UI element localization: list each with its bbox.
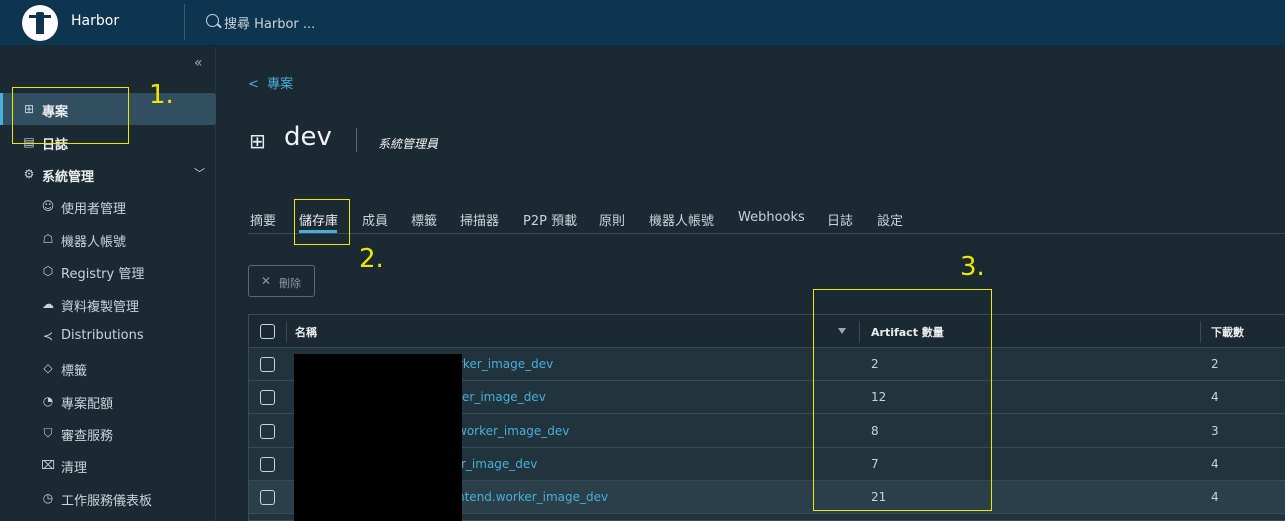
sidebar-item-robot-accounts[interactable]: ☖ 機器人帳號 [0, 223, 216, 255]
role-label: 系統管理員 [378, 137, 439, 151]
download-count: 4 [1211, 457, 1219, 471]
row-checkbox[interactable] [260, 357, 275, 372]
sidebar-item-replication[interactable]: ☁ 資料複製管理 [0, 288, 216, 320]
repository-link[interactable]: er_image_dev [462, 390, 546, 404]
brand-name[interactable]: Harbor [71, 13, 119, 29]
header-bar: Harbor 搜尋 Harbor ... [0, 0, 1285, 46]
gauge-icon: ◔ [42, 394, 54, 408]
admin-icon: ⚙ [23, 167, 35, 181]
annotation-box-3 [813, 289, 992, 511]
row-checkbox[interactable] [260, 424, 275, 439]
column-divider [286, 321, 287, 343]
sidebar-item-users[interactable]: ☺ 使用者管理 [0, 190, 216, 222]
tab-labels[interactable]: 標籤 [411, 210, 437, 229]
harbor-logo-icon[interactable] [22, 5, 58, 41]
sidebar-item-admin[interactable]: ⚙ 系統管理 ﹀ [0, 158, 216, 190]
tab-members[interactable]: 成員 [362, 210, 388, 229]
row-checkbox[interactable] [260, 390, 275, 405]
sidebar-item-label: 機器人帳號 [61, 235, 127, 250]
double-chevron-left-icon[interactable]: « [194, 55, 203, 71]
sidebar-item-label: 使用者管理 [61, 202, 127, 217]
tab-bar: 摘要 儲存庫 成員 標籤 掃描器 P2P 預載 原則 機器人帳號 Webhook… [248, 200, 1285, 234]
back-link-label: 專案 [267, 77, 294, 92]
tab-webhooks[interactable]: Webhooks [738, 210, 805, 225]
chevron-down-icon[interactable]: ﹀ [194, 165, 205, 181]
sidebar-item-quotas[interactable]: ◔ 專案配額 [0, 385, 216, 417]
column-header-downloads[interactable]: 下載數 [1211, 324, 1244, 340]
sidebar-item-registry[interactable]: ⬡ Registry 管理 [0, 255, 216, 287]
close-icon: ✕ [261, 274, 272, 288]
annotation-box-2 [294, 199, 350, 245]
header-divider [184, 4, 185, 40]
page-title: dev [284, 122, 332, 152]
repository-link[interactable]: ntend.worker_image_dev [457, 490, 608, 504]
robot-icon: ☖ [42, 232, 54, 246]
tab-scanner[interactable]: 掃描器 [460, 210, 499, 229]
sidebar-item-label: Registry 管理 [61, 267, 145, 282]
annotation-number-2: 2. [359, 244, 384, 274]
table-header: 名稱 Artifact 數量 下載數 [249, 315, 1285, 348]
sidebar-item-label: 標籤 [61, 364, 88, 379]
row-checkbox[interactable] [260, 457, 275, 472]
cube-icon: ⬡ [42, 264, 54, 278]
users-icon: ☺ [41, 199, 55, 213]
shield-icon: ⛉ [43, 426, 53, 440]
sidebar-item-label: 系統管理 [42, 170, 95, 185]
title-divider [356, 128, 357, 152]
repository-link[interactable]: r_image_dev [461, 457, 537, 471]
sidebar-item-interrogation[interactable]: ⛉ 審查服務 [0, 417, 216, 449]
search-input[interactable]: 搜尋 Harbor ... [224, 13, 315, 32]
sidebar-item-labels[interactable]: ◇ 標籤 [0, 352, 216, 384]
select-all-checkbox[interactable] [260, 324, 275, 339]
sidebar-item-gc[interactable]: ⌧ 清理 [0, 449, 216, 481]
sidebar-item-label: 審查服務 [61, 429, 114, 444]
download-count: 2 [1211, 357, 1219, 371]
tag-icon: ◇ [43, 361, 53, 375]
cloud-icon: ☁ [42, 297, 54, 311]
redaction-block [294, 354, 462, 521]
sidebar-item-job-dashboard[interactable]: ◷ 工作服務儀表板 [0, 482, 216, 514]
annotation-number-3: 3. [960, 252, 985, 282]
sidebar-item-label: Distributions [61, 328, 144, 343]
sidebar-item-label: 專案配額 [61, 397, 114, 412]
tab-summary[interactable]: 摘要 [250, 210, 276, 229]
repository-link[interactable]: worker_image_dev [457, 424, 569, 438]
download-count: 4 [1211, 390, 1219, 404]
delete-button-label: 刪除 [279, 277, 301, 290]
repository-link[interactable]: rker_image_dev [458, 357, 553, 371]
project-icon: ⊞ [249, 129, 266, 153]
tab-robot-accounts[interactable]: 機器人帳號 [649, 210, 714, 229]
trash-icon: ⌧ [41, 458, 55, 472]
tab-p2p-preheat[interactable]: P2P 預載 [523, 210, 577, 229]
dashboard-icon: ◷ [42, 491, 54, 505]
share-icon: ≺ [42, 329, 54, 343]
sidebar-item-label: 工作服務儀表板 [61, 494, 153, 509]
delete-button[interactable]: ✕ 刪除 [248, 265, 315, 297]
search-icon[interactable] [206, 14, 219, 27]
column-divider [1200, 321, 1201, 343]
sidebar-item-distributions[interactable]: ≺ Distributions [0, 320, 216, 352]
annotation-box-1 [12, 87, 129, 144]
tab-configuration[interactable]: 設定 [877, 210, 903, 229]
annotation-number-1: 1. [149, 80, 174, 110]
tab-policy[interactable]: 原則 [599, 210, 625, 229]
tab-logs[interactable]: 日誌 [827, 210, 853, 229]
sidebar-item-label: 資料複製管理 [61, 300, 140, 315]
sidebar-item-label: 清理 [61, 461, 88, 476]
column-header-name[interactable]: 名稱 [295, 324, 317, 340]
row-checkbox[interactable] [260, 490, 275, 505]
download-count: 3 [1211, 424, 1219, 438]
download-count: 4 [1211, 490, 1219, 504]
back-link[interactable]: < 專案 [248, 73, 293, 92]
